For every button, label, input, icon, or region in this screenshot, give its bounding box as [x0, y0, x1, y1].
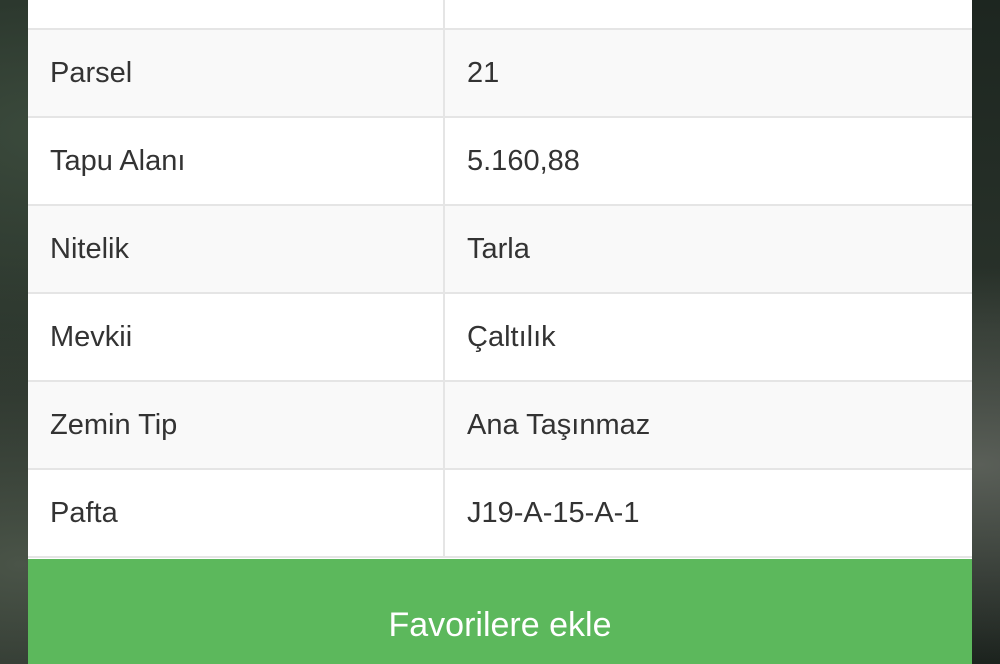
row-value — [444, 0, 972, 30]
row-label: Parsel — [28, 29, 445, 118]
row-label: Tapu Alanı — [28, 117, 445, 206]
row-label: Nitelik — [28, 205, 445, 294]
table-row — [28, 0, 972, 30]
table-row-tapu-alani: Tapu Alanı 5.160,88 — [28, 117, 972, 206]
row-label: Pafta — [28, 469, 445, 558]
row-value: 5.160,88 — [444, 117, 972, 206]
row-label: Mevkii — [28, 293, 445, 382]
row-value: Ana Taşınmaz — [444, 381, 972, 470]
parcel-info-table: Parsel 21 Tapu Alanı 5.160,88 Nitelik Ta… — [28, 0, 972, 558]
table-row-zemin-tip: Zemin Tip Ana Taşınmaz — [28, 381, 972, 470]
row-value: Tarla — [444, 205, 972, 294]
table-row-nitelik: Nitelik Tarla — [28, 205, 972, 294]
row-label — [28, 0, 445, 30]
row-value: J19-A-15-A-1 — [444, 469, 972, 558]
row-value: Çaltılık — [444, 293, 972, 382]
table-row-pafta: Pafta J19-A-15-A-1 — [28, 469, 972, 558]
table-row-mevkii: Mevkii Çaltılık — [28, 293, 972, 382]
table-row-parsel: Parsel 21 — [28, 29, 972, 118]
add-to-favorites-button[interactable]: Favorilere ekle — [28, 559, 972, 664]
parcel-info-panel: Parsel 21 Tapu Alanı 5.160,88 Nitelik Ta… — [28, 0, 972, 664]
row-value: 21 — [444, 29, 972, 118]
row-label: Zemin Tip — [28, 381, 445, 470]
